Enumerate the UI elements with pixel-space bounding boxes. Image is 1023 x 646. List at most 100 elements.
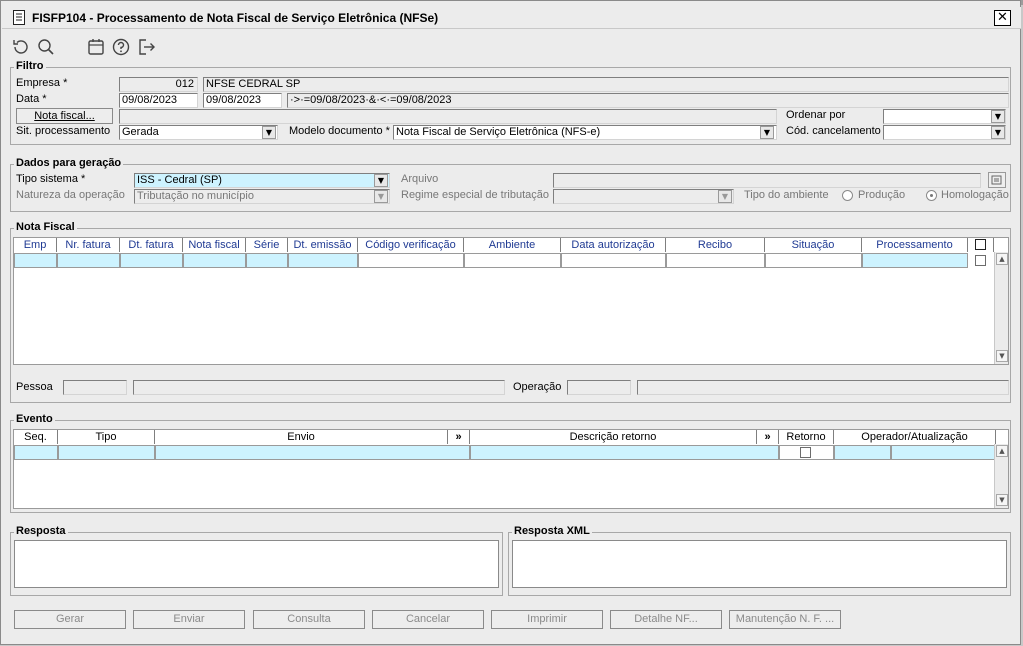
operacao-code-field: [567, 380, 631, 395]
table-cell[interactable]: [183, 253, 246, 268]
table-cell[interactable]: [765, 253, 862, 268]
column-header[interactable]: Recibo: [666, 238, 765, 252]
column-header[interactable]: Descrição retorno: [470, 430, 757, 444]
ordenar-dropdown-icon[interactable]: ▼: [991, 110, 1005, 123]
table-cell[interactable]: [464, 253, 561, 268]
regime-especial-select: [553, 189, 734, 204]
column-header[interactable]: Envio: [155, 430, 448, 444]
column-header[interactable]: Processamento: [862, 238, 968, 252]
data-expression-field: ·>·=09/08/2023·&·<·=09/08/2023: [287, 93, 1009, 108]
column-header[interactable]: Operador/Atualização: [834, 430, 996, 444]
table-cell[interactable]: [358, 253, 464, 268]
evento-grid[interactable]: Seq. Tipo Envio » Descrição retorno » Re…: [13, 429, 1009, 509]
column-header[interactable]: Retorno: [779, 430, 834, 444]
table-cell[interactable]: [862, 253, 968, 268]
refresh-icon[interactable]: [11, 37, 31, 57]
table-cell[interactable]: [561, 253, 666, 268]
cancelar-button[interactable]: Cancelar: [372, 610, 484, 629]
modelo-documento-select[interactable]: Nota Fiscal de Serviço Eletrônica (NFS-e…: [393, 125, 777, 140]
column-header[interactable]: Dt. fatura: [120, 238, 183, 252]
sit-processamento-select[interactable]: Gerada: [119, 125, 278, 140]
tipo-sistema-dropdown-icon[interactable]: ▼: [374, 174, 388, 187]
gerar-button[interactable]: Gerar: [14, 610, 126, 629]
empresa-code-field[interactable]: 012: [119, 77, 198, 92]
empresa-name-field: NFSE CEDRAL SP: [203, 77, 1009, 92]
table-cell[interactable]: [834, 445, 891, 460]
modelo-documento-dropdown-icon[interactable]: ▼: [760, 126, 774, 139]
scroll-down-icon[interactable]: ▼: [996, 494, 1008, 506]
window-title: FISFP104 - Processamento de Nota Fiscal …: [32, 11, 439, 25]
table-cell[interactable]: [470, 445, 779, 460]
data-label: Data *: [16, 93, 47, 105]
column-header[interactable]: Nota fiscal: [183, 238, 246, 252]
column-header[interactable]: Data autorização: [561, 238, 666, 252]
row-checkbox[interactable]: [975, 255, 986, 266]
table-cell[interactable]: [14, 253, 57, 268]
table-cell[interactable]: [891, 445, 996, 460]
cod-cancelamento-dropdown-icon[interactable]: ▼: [991, 126, 1005, 139]
table-cell[interactable]: [246, 253, 288, 268]
close-button[interactable]: ✕: [994, 10, 1011, 26]
column-header[interactable]: Tipo: [58, 430, 155, 444]
table-cell[interactable]: [58, 445, 155, 460]
arquivo-field: [553, 173, 981, 188]
sit-processamento-dropdown-icon[interactable]: ▼: [262, 126, 276, 139]
consulta-button[interactable]: Consulta: [253, 610, 365, 629]
select-all-header[interactable]: [968, 238, 994, 252]
scroll-up-icon[interactable]: ▲: [996, 253, 1008, 265]
resposta-xml-textarea[interactable]: [512, 540, 1007, 588]
column-header[interactable]: Seq.: [14, 430, 58, 444]
search-icon[interactable]: [36, 37, 56, 57]
imprimir-button[interactable]: Imprimir: [491, 610, 603, 629]
retorno-checkbox[interactable]: [800, 447, 811, 458]
nota-fiscal-grid[interactable]: Emp Nr. fatura Dt. fatura Nota fiscal Sé…: [13, 237, 1009, 365]
enviar-button[interactable]: Enviar: [133, 610, 245, 629]
nota-fiscal-button[interactable]: Nota fiscal...: [16, 108, 113, 124]
calendar-icon[interactable]: [86, 37, 106, 57]
scroll-up-icon[interactable]: ▲: [996, 445, 1008, 457]
ordenar-label: Ordenar por: [786, 109, 846, 121]
evento-scrollbar[interactable]: ▲ ▼: [994, 444, 1008, 508]
table-cell[interactable]: [14, 445, 58, 460]
nota-fiscal-scrollbar[interactable]: ▲ ▼: [994, 252, 1008, 364]
producao-radio[interactable]: [842, 190, 853, 201]
title-bar: FISFP104 - Processamento de Nota Fiscal …: [2, 7, 1021, 29]
regime-especial-dropdown-icon: ▼: [718, 190, 732, 203]
table-cell[interactable]: [120, 253, 183, 268]
select-all-checkbox[interactable]: [975, 239, 986, 250]
homologacao-radio[interactable]: [926, 190, 937, 201]
exit-icon[interactable]: [137, 37, 157, 57]
column-header[interactable]: Emp: [14, 238, 57, 252]
evento-legend: Evento: [14, 413, 55, 425]
detalhe-nf-button[interactable]: Detalhe NF...: [610, 610, 722, 629]
cod-cancelamento-label: Cód. cancelamento: [786, 125, 881, 137]
table-cell[interactable]: [57, 253, 120, 268]
tipo-ambiente-label: Tipo do ambiente: [744, 189, 829, 201]
natureza-operacao-dropdown-icon: ▼: [374, 190, 388, 203]
homologacao-label: Homologação: [941, 189, 1009, 201]
manutencao-nf-button[interactable]: Manutenção N. F. ...: [729, 610, 841, 629]
expand-envio-icon[interactable]: »: [448, 430, 470, 444]
data-to-field[interactable]: 09/08/2023: [203, 93, 282, 108]
regime-especial-label: Regime especial de tributação: [401, 189, 549, 201]
scroll-down-icon[interactable]: ▼: [996, 350, 1008, 362]
table-cell[interactable]: [666, 253, 765, 268]
expand-retorno-icon[interactable]: »: [757, 430, 779, 444]
table-cell[interactable]: [288, 253, 358, 268]
column-header[interactable]: Situação: [765, 238, 862, 252]
table-cell[interactable]: [155, 445, 470, 460]
ordenar-select[interactable]: [883, 109, 1006, 124]
dados-geracao-group: [10, 164, 1011, 212]
data-from-field[interactable]: 09/08/2023: [119, 93, 198, 108]
producao-label: Produção: [858, 189, 906, 201]
help-icon[interactable]: [111, 37, 131, 57]
tipo-sistema-select[interactable]: ISS - Cedral (SP): [134, 173, 390, 188]
cod-cancelamento-select[interactable]: [883, 125, 1006, 140]
column-header[interactable]: Dt. emissão: [288, 238, 358, 252]
column-header[interactable]: Código verificação: [358, 238, 464, 252]
column-header[interactable]: Nr. fatura: [57, 238, 120, 252]
column-header[interactable]: Ambiente: [464, 238, 561, 252]
folder-icon[interactable]: [988, 172, 1006, 188]
resposta-textarea[interactable]: [14, 540, 499, 588]
column-header[interactable]: Série: [246, 238, 288, 252]
